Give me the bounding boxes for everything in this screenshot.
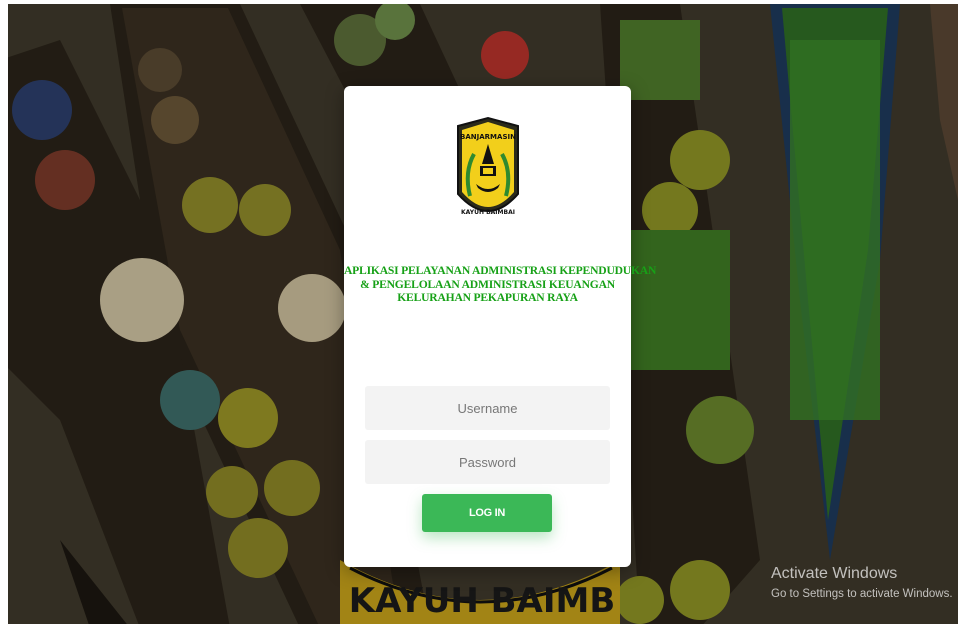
title-line-3: KELURAHAN PEKAPURAN RAYA [397, 291, 578, 305]
login-button[interactable]: LOG IN [422, 494, 552, 532]
emblem-top-text: BANJARMASIN [460, 133, 516, 141]
title-line-1: APLIKASI PELAYANAN ADMINISTRASI KEPENDUD… [344, 264, 657, 277]
activate-windows-watermark: Activate Windows Go to Settings to activ… [771, 564, 953, 602]
frame-edge-left [0, 0, 8, 628]
activate-windows-subtitle: Go to Settings to activate Windows. [771, 588, 953, 600]
title-line-2: & PENGELOLAAN ADMINISTRASI KEUANGAN [360, 277, 615, 291]
frame-edge-top [0, 0, 958, 4]
application-title: APLIKASI PELAYANAN ADMINISTRASI KEPENDUD… [344, 264, 657, 305]
username-input[interactable] [365, 386, 610, 430]
emblem-bottom-text: KAYUH BAIMBAI [461, 209, 515, 216]
emblem-banjarmasin-icon: BANJARMASIN KAYUH BAIMBAI [457, 116, 519, 216]
frame-edge-bottom [0, 624, 958, 628]
password-input[interactable] [365, 440, 610, 484]
login-card: BANJARMASIN KAYUH BAIMBAI APLIKASI PELAY… [344, 86, 657, 567]
activate-windows-title: Activate Windows [771, 565, 898, 582]
